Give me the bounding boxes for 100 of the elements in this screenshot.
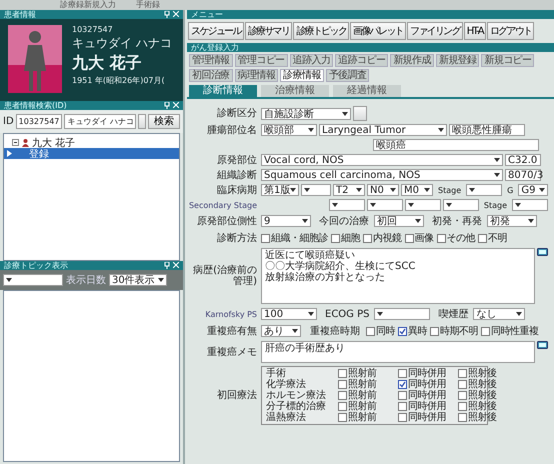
field-label: G [506,186,514,194]
menu-button[interactable]: スケジュール [188,22,244,40]
checkbox-label: 同時併用 [408,368,446,379]
dropdown[interactable]: Vocal cord, NOS [261,154,503,166]
field-label: Karnofsky PS [204,308,257,320]
checkbox-label: 同時 [376,324,395,338]
checkbox-label: 画像 [414,232,434,245]
checkbox-label: 照射後 [468,368,496,379]
therapy-name: ホルモン療法 [266,390,327,401]
field-label: 初回療法 [216,390,257,401]
field-label: 重複癌時期 [309,324,361,338]
id-label: ID [3,116,14,127]
checkbox-label: 同時併用 [408,401,446,412]
dropdown[interactable]: 第1版 [261,184,299,196]
text-field[interactable]: 喉頭悪性腫瘍 [449,124,525,136]
therapy-name: 温熱療法 [266,412,307,423]
dropdown[interactable]: 30件表示 [109,274,167,286]
tab[interactable]: 経過情報 [333,85,401,97]
field-label: 腫瘍部位名 [206,124,257,136]
menu-button[interactable]: HT-A [464,22,486,40]
menu-button[interactable]: 診療トピック [293,22,350,40]
field-label: 診断区分 [216,108,257,119]
code-field[interactable]: 8070/3 [505,169,541,181]
dropdown[interactable]: 100 [261,308,317,320]
field-label: 今回の治療 [318,214,370,228]
tab[interactable]: 新規コピー [481,54,534,67]
dropdown[interactable]: N0 [367,184,399,196]
checkbox-label: 照射前 [348,401,376,412]
tree-item[interactable]: 登録 [4,148,179,159]
field-label: 組織診断 [216,170,257,180]
menu-item[interactable]: 手術録 [136,0,160,10]
dropdown[interactable]: Laryngeal Tumor [319,124,447,136]
text-field[interactable]: 喉頭癌 [373,139,539,151]
birth-date: 1951 年(昭和26年)07月( [72,75,166,86]
dropdown[interactable]: 9 [261,215,311,227]
tab[interactable]: 診断情報 [189,85,257,97]
tab[interactable]: 管理情報 [189,54,233,67]
checkbox-label: 照射後 [468,401,496,412]
tab[interactable]: 診療情報 [280,69,324,82]
tab[interactable]: 新規作成 [390,54,434,67]
field-label: 原発部位 [216,154,257,166]
kana-field[interactable]: キュウダイ ハナコ [64,114,136,129]
dropdown[interactable]: M0 [401,184,433,196]
dropdown[interactable]: あり [261,325,301,337]
checkbox-label: 内視鏡 [373,232,402,245]
checkbox-label: 照射前 [348,379,376,390]
days-label: 表示日数 [66,274,106,287]
checkbox-label: 照射前 [348,368,376,379]
tab[interactable]: 病理情報 [234,69,278,82]
checkbox-label: 組織・細胞診 [271,232,328,245]
field-label: 臨床病期 [216,184,257,196]
panel-title: がん登録入力 [191,43,239,52]
therapy-name: 手術 [266,368,286,379]
tree-item[interactable]: 九大 花子 [32,136,76,150]
checkbox-label: 同時併用 [408,412,446,423]
checkbox-label: 照射後 [468,412,496,423]
patient-name: 九大 花子 [72,53,143,74]
tab[interactable]: 予後調査 [326,69,370,82]
dropdown[interactable]: T2 [333,184,365,196]
tab[interactable]: 追跡コピー [335,54,388,67]
id-field[interactable]: 10327547 [16,114,62,129]
tab[interactable]: 追跡入力 [290,54,334,67]
checkbox-label: 照射後 [468,390,496,401]
menu-button[interactable]: ファイリング [406,22,463,40]
checkbox-label: 照射前 [348,412,376,423]
field-label: 病歴(治療前の管理) [192,265,257,287]
tab[interactable]: 管理コピー [234,54,288,67]
tab[interactable]: 新規登録 [436,54,480,67]
checkbox-label: 同時併用 [408,379,446,390]
checkbox-label: その他 [446,232,475,245]
therapy-name: 分子標的治療 [266,401,327,412]
field-label: Stage [482,200,508,210]
tab[interactable]: 初回治療 [189,69,233,82]
field-label: Stage [437,186,462,194]
panel-title: 患者情報検索(ID) [4,101,67,110]
menu-button[interactable]: 診療サマリ [244,22,292,40]
checkbox-label: 時期不明 [440,324,478,338]
text-area[interactable]: 近医にて喉頭癌疑い 〇〇大学病院紹介、生検にてSCC 放射線治療の方針となった [261,248,535,304]
checkbox-label: 照射前 [348,390,376,401]
field-label: 診断方法 [216,232,257,244]
menu-item[interactable]: 診療録新規入力 [60,0,116,10]
dropdown[interactable]: なし [473,308,526,320]
menu-button[interactable]: 画像パレット [350,22,406,40]
field-label: 重複癌メモ [206,346,257,358]
text-area[interactable]: 肝癌の手術歴あり [261,341,535,363]
field-label: 重複癌有無 [206,326,257,336]
therapy-name: 化学療法 [266,379,306,390]
menu-button[interactable]: ログアウト [486,22,534,40]
tab[interactable]: 治療情報 [261,85,329,97]
patient-kana: キュウダイ ハナコ [72,35,172,52]
dropdown[interactable]: 自施設診断 [261,108,351,120]
search-button[interactable]: 検索 [148,114,180,129]
field-label: ECOG PS [324,308,370,320]
patient-id: 10327547 [72,25,114,34]
dropdown[interactable]: G9 [518,184,548,196]
field-label: 原発部位側性 [196,216,257,226]
code-field[interactable]: C32.0 [505,154,541,166]
panel-title: 診療トピック表示 [4,261,68,270]
dropdown[interactable]: Squamous cell carcinoma, NOS [261,169,503,181]
checkbox-label: 同時併用 [408,390,446,401]
